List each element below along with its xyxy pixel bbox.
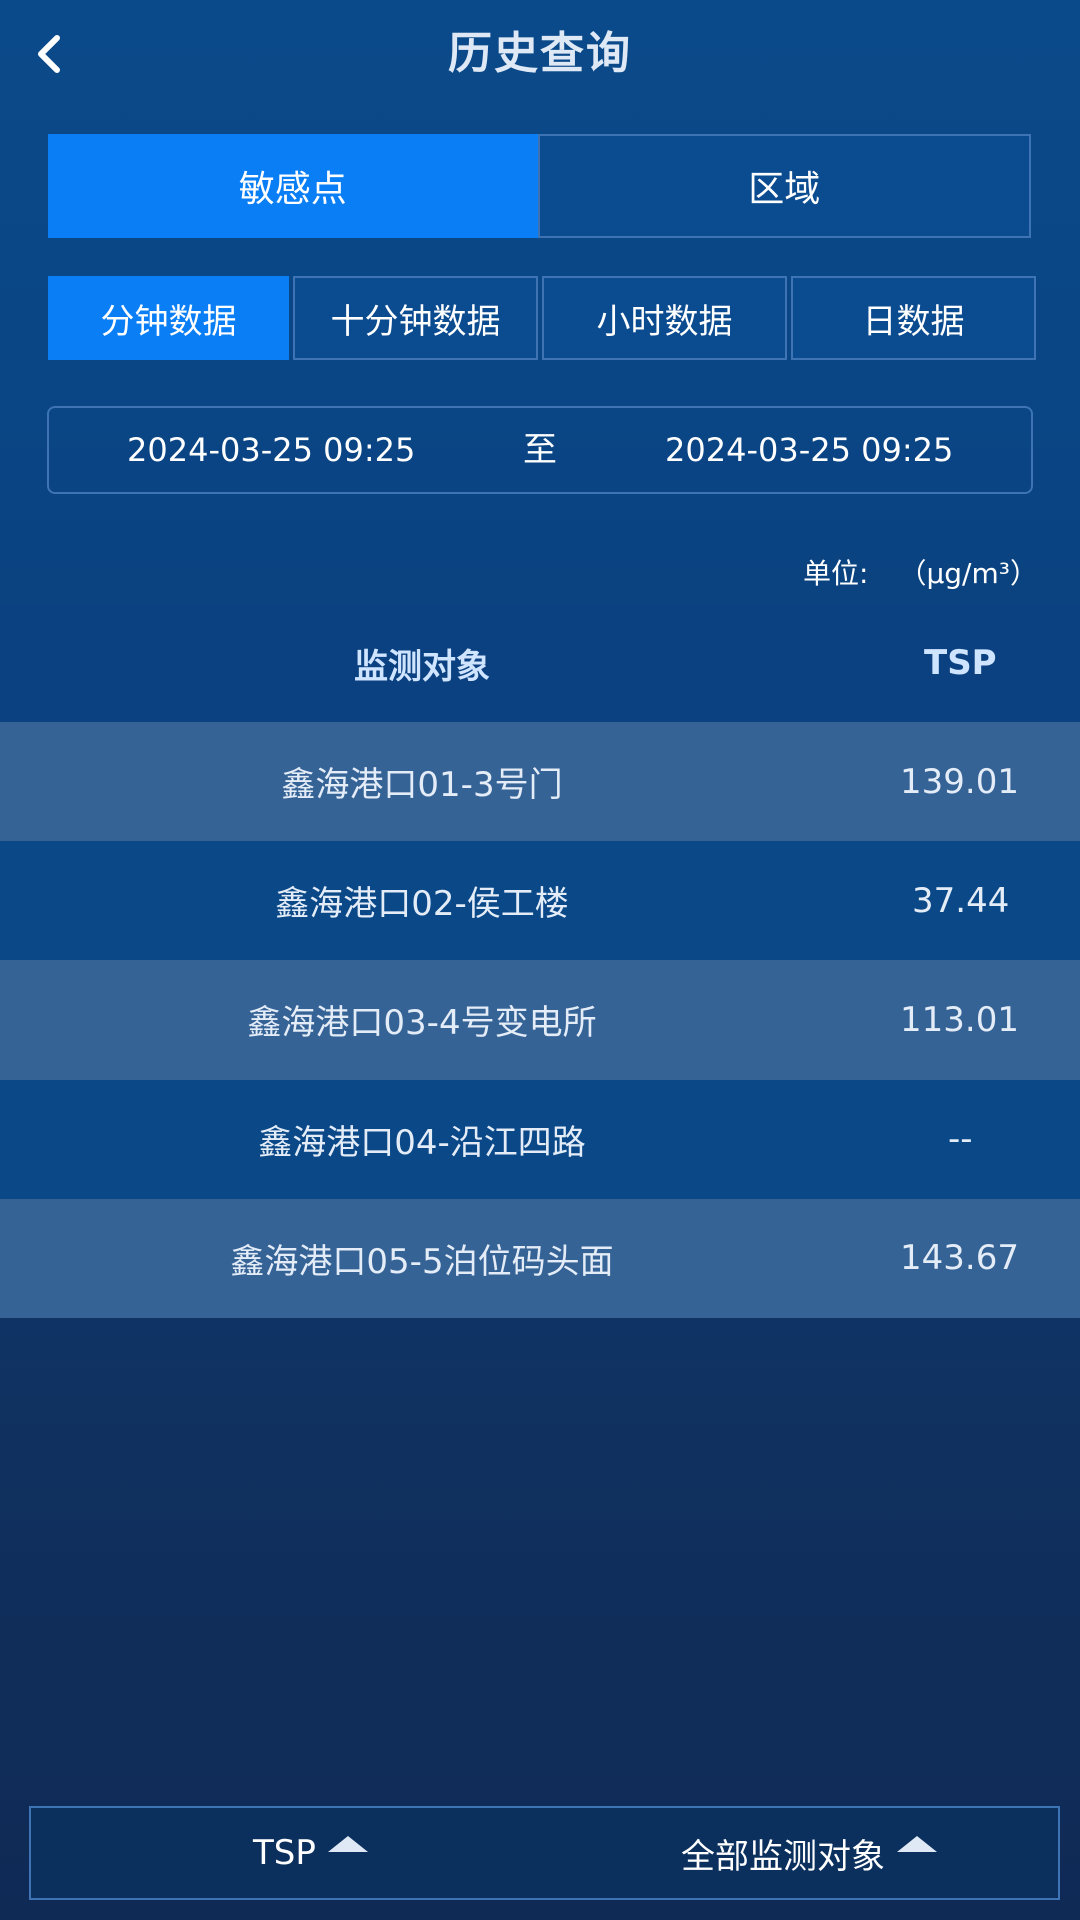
row-value-cell: 139.01 <box>844 722 1080 841</box>
row-name: 鑫海港口04-沿江四路 <box>258 1122 586 1163</box>
tab-region[interactable]: 区域 <box>537 134 1031 238</box>
tab-minute-data[interactable]: 分钟数据 <box>48 276 289 360</box>
table-row[interactable]: 鑫海港口02-侯工楼 37.44 <box>0 841 1080 961</box>
caret-up-icon <box>897 1836 937 1852</box>
row-value: 37.44 <box>912 880 1010 921</box>
row-value: 143.67 <box>900 1238 1019 1279</box>
tab-day-data[interactable]: 日数据 <box>791 276 1036 360</box>
primary-tabs: 敏感点 区域 <box>48 134 1031 238</box>
row-value-cell: 143.67 <box>844 1199 1080 1318</box>
row-value-cell: 113.01 <box>844 960 1080 1079</box>
row-name: 鑫海港口03-4号变电所 <box>247 1003 597 1044</box>
row-value: -- <box>948 1119 973 1160</box>
row-value: 139.01 <box>900 761 1019 802</box>
target-filter-label: 全部监测对象 <box>681 1836 885 1877</box>
pollutant-filter-label: TSP <box>253 1833 316 1873</box>
tab-ten-minute-data[interactable]: 十分钟数据 <box>293 276 538 360</box>
unit-label-text: 单位: <box>803 557 869 590</box>
row-value: 113.01 <box>900 999 1019 1040</box>
header-bar: 历史查询 <box>0 0 1080 108</box>
tab-sensitive-points[interactable]: 敏感点 <box>48 134 538 238</box>
header-cell-value: TSP <box>844 604 1080 722</box>
table-row[interactable]: 鑫海港口04-沿江四路 -- <box>0 1079 1080 1199</box>
row-name-cell: 鑫海港口03-4号变电所 <box>0 960 844 1079</box>
row-name: 鑫海港口01-3号门 <box>281 765 563 806</box>
period-tabs: 分钟数据 十分钟数据 小时数据 日数据 <box>48 276 1036 360</box>
table-body: 鑫海港口01-3号门 139.01 鑫海港口02-侯工楼 37.44 鑫海港口0… <box>0 722 1080 1318</box>
target-filter-dropdown[interactable]: 全部监测对象 <box>681 1808 937 1898</box>
table-header: 监测对象 TSP <box>0 604 1080 722</box>
caret-up-icon <box>327 1836 368 1852</box>
tab-hour-data[interactable]: 小时数据 <box>542 276 787 360</box>
row-name: 鑫海港口02-侯工楼 <box>275 884 569 925</box>
row-name-cell: 鑫海港口01-3号门 <box>0 722 844 841</box>
date-range-picker: 2024-03-25 09:25 至 2024-03-25 09:25 <box>47 406 1033 494</box>
row-name-cell: 鑫海港口02-侯工楼 <box>0 841 844 960</box>
start-date-field[interactable]: 2024-03-25 09:25 <box>127 408 415 492</box>
header-monitoring-target: 监测对象 <box>354 646 490 687</box>
row-value-cell: 37.44 <box>844 841 1080 960</box>
header-cell-name: 监测对象 <box>0 604 844 722</box>
end-date-field[interactable]: 2024-03-25 09:25 <box>665 408 953 492</box>
unit-value: （μg/m³） <box>898 557 1038 590</box>
row-value-cell: -- <box>844 1080 1080 1199</box>
page-title: 历史查询 <box>448 28 632 79</box>
table-row[interactable]: 鑫海港口03-4号变电所 113.01 <box>0 960 1080 1080</box>
table-row[interactable]: 鑫海港口05-5泊位码头面 143.67 <box>0 1198 1080 1318</box>
row-name-cell: 鑫海港口04-沿江四路 <box>0 1080 844 1199</box>
unit-label: 单位: （μg/m³） <box>803 552 1038 592</box>
row-name: 鑫海港口05-5泊位码头面 <box>230 1241 614 1282</box>
pollutant-filter-dropdown[interactable]: TSP <box>253 1808 368 1898</box>
table-row[interactable]: 鑫海港口01-3号门 139.01 <box>0 722 1080 842</box>
bottom-filter-bar: TSP 全部监测对象 <box>29 1806 1060 1900</box>
row-name-cell: 鑫海港口05-5泊位码头面 <box>0 1199 844 1318</box>
header-tsp: TSP <box>924 643 997 683</box>
